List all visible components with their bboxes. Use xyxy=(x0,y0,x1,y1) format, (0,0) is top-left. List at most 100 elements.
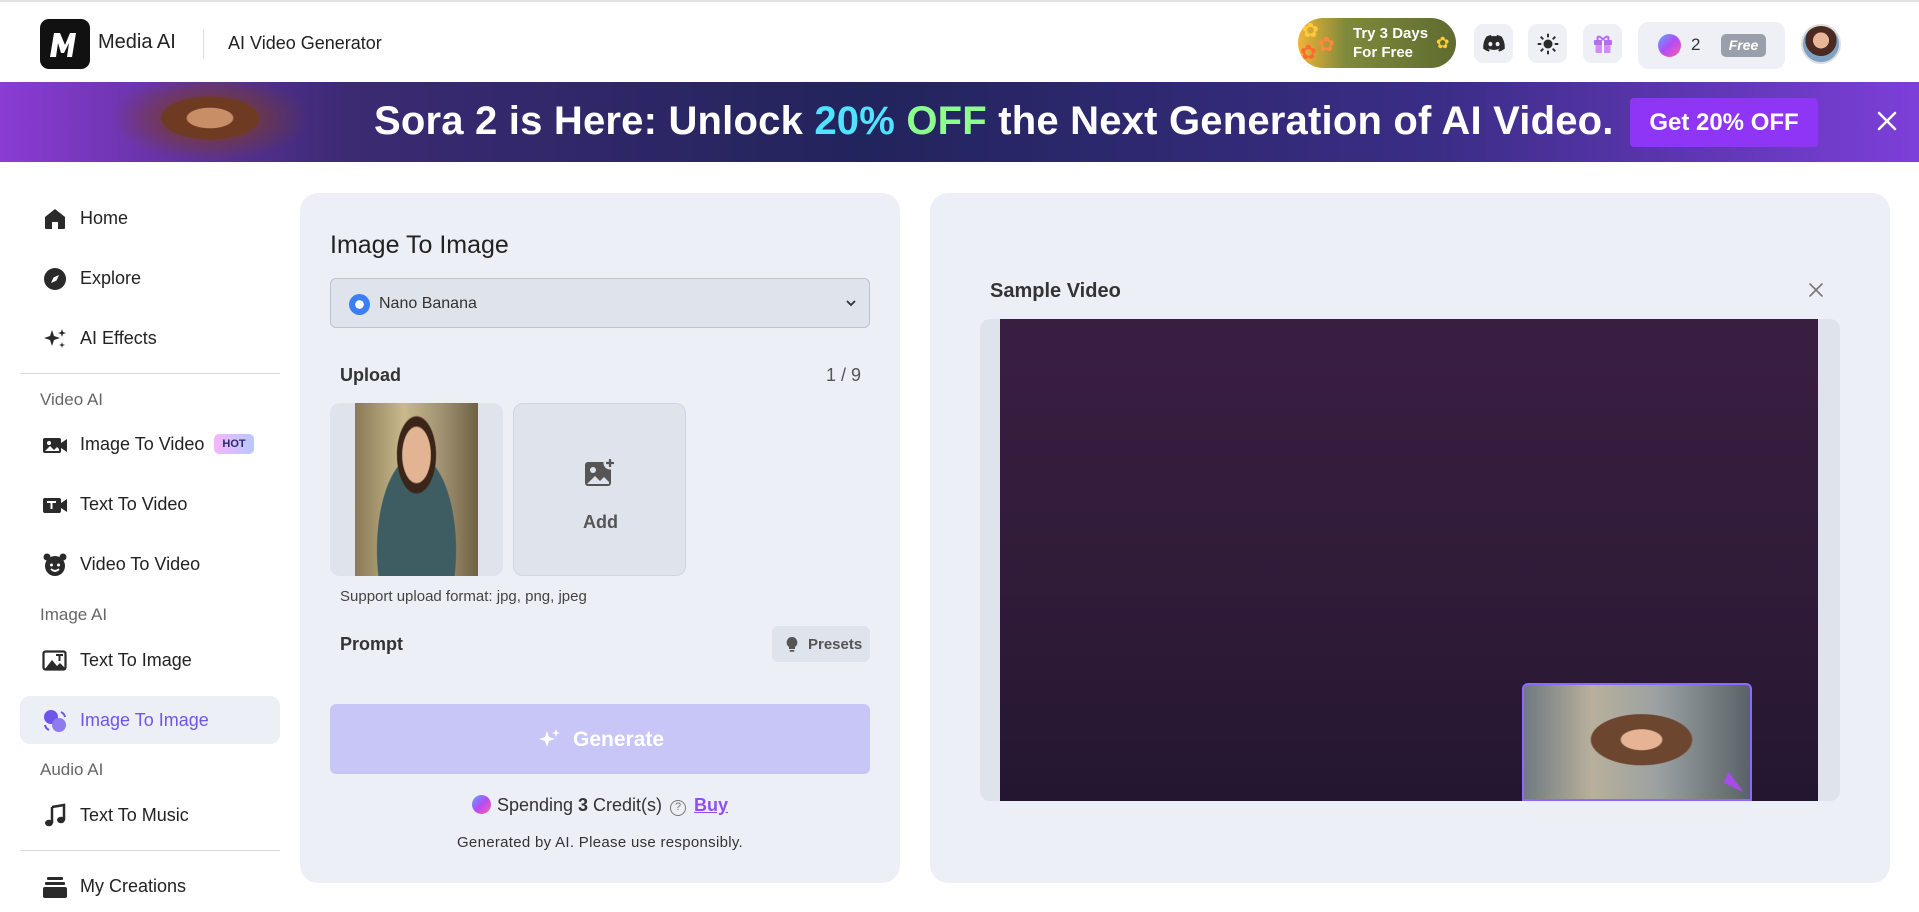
help-icon[interactable]: ? xyxy=(670,800,687,816)
discord-button[interactable] xyxy=(1474,24,1513,63)
face-video-icon xyxy=(43,553,67,576)
promo-highlight-off: OFF xyxy=(895,99,987,143)
sidebar-item-label: Text To Image xyxy=(80,650,192,670)
sidebar-item-label: AI Effects xyxy=(80,328,157,348)
sidebar-item-label: Video To Video xyxy=(80,554,201,574)
flower-icon: ✿ xyxy=(1300,42,1317,64)
plan-badge: Free xyxy=(1721,34,1766,57)
generate-label: Generate xyxy=(573,728,665,751)
sample-video-frame xyxy=(980,319,1840,801)
section-label-audio: Audio AI xyxy=(40,760,104,779)
promo-text: Sora 2 is Here: Unlock 20% OFF the Next … xyxy=(374,99,1614,144)
text-image-icon xyxy=(42,650,67,671)
sidebar-item-text-to-image[interactable]: Text To Image xyxy=(20,636,280,684)
model-select[interactable]: Nano Banana xyxy=(330,278,870,328)
spending-amount: 3 xyxy=(578,795,589,815)
model-select-value: Nano Banana xyxy=(379,295,477,312)
sparkle-icon xyxy=(44,329,66,348)
sidebar-item-home[interactable]: Home xyxy=(20,194,280,242)
generate-button[interactable]: Generate xyxy=(330,704,870,774)
sidebar-item-text-to-video[interactable]: Text To Video xyxy=(20,480,280,528)
sidebar-divider xyxy=(20,373,280,374)
spending-info: Spending 3 Credit(s)? Buy xyxy=(300,795,900,816)
sidebar: Home Explore AI Effects Video AI Image T… xyxy=(20,190,280,912)
text-video-icon xyxy=(43,498,67,513)
sidebar-item-image-to-image[interactable]: Image To Image xyxy=(20,696,280,744)
model-logo-icon xyxy=(349,294,370,315)
chevron-down-icon xyxy=(846,300,856,307)
sidebar-item-my-creations[interactable]: My Creations xyxy=(20,862,280,910)
sample-video-title: Sample Video xyxy=(990,280,1121,302)
compass-icon xyxy=(44,268,66,290)
uploaded-image-thumbnail[interactable] xyxy=(330,403,503,576)
upload-counter: 1 / 9 xyxy=(826,365,862,385)
close-icon[interactable] xyxy=(1872,106,1902,136)
credits-count: 2 xyxy=(1691,35,1701,54)
free-trial-button[interactable]: ✿ ✿ ✿ ✿ Try 3 Days For Free xyxy=(1298,18,1456,68)
presets-button[interactable]: Presets xyxy=(772,626,870,662)
sidebar-item-explore[interactable]: Explore xyxy=(20,254,280,302)
theme-toggle-button[interactable] xyxy=(1528,24,1567,63)
sun-icon xyxy=(1537,33,1558,54)
spending-prefix: Spending xyxy=(496,795,579,815)
prompt-label: Prompt xyxy=(340,634,403,654)
credit-star-icon xyxy=(1658,34,1681,57)
top-header: Media AI AI Video Generator ✿ ✿ ✿ ✿ Try … xyxy=(0,0,1919,82)
get-discount-button[interactable]: Get 20% OFF xyxy=(1630,98,1818,147)
promo-text-after: the Next Generation of AI Video. xyxy=(986,99,1614,143)
sidebar-item-label: Home xyxy=(80,208,129,228)
image-swap-icon xyxy=(44,710,66,732)
sidebar-item-image-to-video[interactable]: Image To Video HOT xyxy=(20,420,280,468)
sparkle-icon xyxy=(539,729,560,747)
sidebar-item-label: Image To Image xyxy=(80,710,209,730)
generation-form-panel: Image To Image Nano Banana Upload 1 / 9 … xyxy=(300,193,900,883)
trial-line-2: For Free xyxy=(1353,44,1414,61)
page-title: Image To Image xyxy=(330,231,509,259)
add-image-button[interactable]: Add xyxy=(513,403,686,576)
upload-label: Upload xyxy=(340,365,401,385)
sidebar-item-video-to-video[interactable]: Video To Video xyxy=(20,540,280,588)
promo-character-image xyxy=(110,82,310,162)
image-video-icon xyxy=(43,438,67,453)
sample-video-panel: Sample Video xyxy=(930,193,1890,883)
brand-name[interactable]: Media AI xyxy=(98,31,176,54)
lightbulb-icon xyxy=(786,637,798,652)
uploaded-photo xyxy=(355,403,478,576)
gift-button[interactable] xyxy=(1583,24,1622,63)
trial-line-1: Try 3 Days xyxy=(1353,25,1429,42)
section-label-video: Video AI xyxy=(40,390,104,409)
add-image-icon xyxy=(585,456,617,486)
credits-pill[interactable]: 2 Free xyxy=(1638,22,1785,69)
hot-badge: HOT xyxy=(214,434,254,454)
discord-icon xyxy=(1482,35,1505,52)
sample-video-player[interactable] xyxy=(1000,319,1818,801)
section-label-image: Image AI xyxy=(40,605,108,624)
add-image-label: Add xyxy=(583,512,618,532)
flower-icon: ✿ xyxy=(1318,34,1335,56)
media-ai-logo[interactable] xyxy=(40,19,90,69)
promo-banner: Sora 2 is Here: Unlock 20% OFF the Next … xyxy=(0,82,1919,162)
sample-video-source-image xyxy=(1522,683,1752,801)
header-divider xyxy=(203,29,204,59)
presets-label: Presets xyxy=(808,636,863,653)
flower-icon: ✿ xyxy=(1436,35,1450,52)
page-name: AI Video Generator xyxy=(228,33,382,53)
user-avatar[interactable] xyxy=(1801,24,1841,64)
sidebar-item-label: Text To Music xyxy=(80,805,189,825)
sidebar-item-label: Explore xyxy=(80,268,142,288)
credit-coin-icon xyxy=(471,795,491,814)
sidebar-item-label: Image To Video xyxy=(80,434,205,454)
buy-link[interactable]: Buy xyxy=(694,795,728,815)
gift-icon xyxy=(1593,35,1612,53)
sidebar-divider xyxy=(20,850,280,851)
spending-suffix: Credit(s) xyxy=(588,795,663,815)
close-icon[interactable] xyxy=(1807,281,1825,299)
promo-text-before: Sora 2 is Here: Unlock xyxy=(374,99,815,143)
promo-highlight-percent: 20% xyxy=(814,99,895,143)
folder-stack-icon xyxy=(43,877,67,898)
ai-disclaimer: Generated by AI. Please use responsibly. xyxy=(456,834,744,851)
sidebar-item-ai-effects[interactable]: AI Effects xyxy=(20,314,280,362)
sidebar-item-label: My Creations xyxy=(80,876,187,896)
sidebar-item-text-to-music[interactable]: Text To Music xyxy=(20,791,280,839)
music-note-icon xyxy=(45,803,66,827)
